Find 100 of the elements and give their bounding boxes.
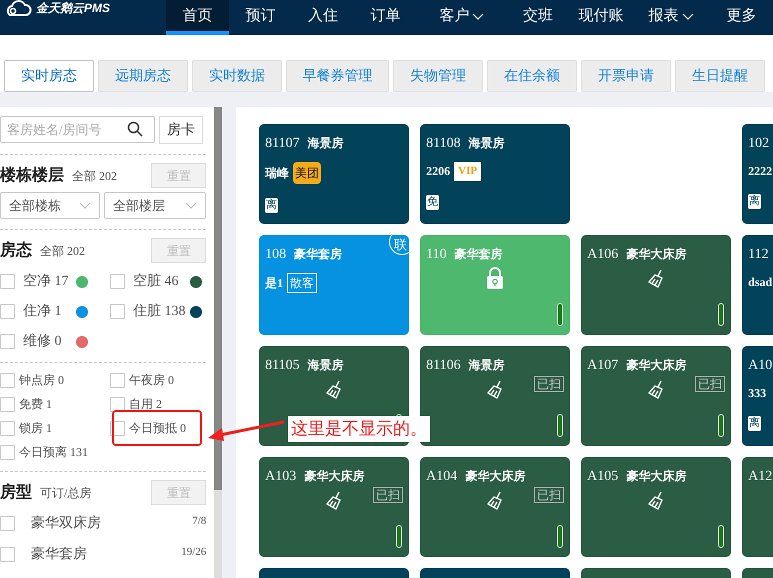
section-title: 楼栋楼层 xyxy=(0,166,64,186)
guest-tag: 美团 xyxy=(293,162,322,184)
lock-icon xyxy=(485,267,506,289)
nav-item[interactable]: 现付账 xyxy=(569,0,632,35)
room-card[interactable]: A103 豪华大床房 已扫 xyxy=(259,457,410,557)
cleaned-tag: 已扫 xyxy=(534,376,564,392)
nav-item[interactable]: 预订 xyxy=(229,0,292,35)
room-number: 81107 xyxy=(265,135,300,153)
room-count: 7/8 xyxy=(192,514,206,529)
room-type-label: 豪华双床房 xyxy=(31,514,102,533)
guest-tag: VIP xyxy=(454,162,482,180)
filter-label: 钟点房 0 xyxy=(19,372,64,389)
chevron-icon xyxy=(79,202,92,210)
room-type: 豪华大床房 xyxy=(626,468,686,485)
checkbox[interactable] xyxy=(0,274,15,289)
room-type: 豪华大床房 xyxy=(626,246,686,263)
guest-tag: 散客 xyxy=(287,273,318,293)
room-card[interactable]: A105 豪华大床房 xyxy=(581,457,732,557)
room-type: 豪华套房 xyxy=(294,246,342,263)
nav-item[interactable]: 订单 xyxy=(354,0,417,35)
room-number: 110 xyxy=(426,246,447,264)
room-card[interactable]: 81108 海景房 2206 VIP 免 xyxy=(420,124,570,224)
select-field[interactable]: 全部楼栋 xyxy=(0,192,100,219)
cloud-logo-icon xyxy=(4,0,32,17)
checkbox[interactable] xyxy=(110,304,125,319)
nav-item[interactable]: 交班 xyxy=(506,0,570,35)
checkbox[interactable] xyxy=(0,444,15,460)
room-number: A106 xyxy=(587,246,618,264)
nav-item[interactable]: 入住 xyxy=(292,0,354,35)
guest-name: 333 xyxy=(748,385,766,402)
status-label: 空净 17 xyxy=(23,272,70,291)
chevron-icon xyxy=(185,202,198,210)
room-number: A103 xyxy=(265,468,296,486)
nav-item[interactable]: 首页 xyxy=(166,0,230,35)
checkbox[interactable] xyxy=(0,420,15,436)
room-card[interactable]: 81106 海景房 已扫 xyxy=(420,346,570,446)
status-label: 空脏 46 xyxy=(133,272,180,291)
room-number: A10 xyxy=(748,357,772,375)
guest-name: 2206 xyxy=(426,163,450,180)
status-label: 维修 0 xyxy=(23,332,62,351)
room-type: 海景房 xyxy=(468,135,505,152)
room-card[interactable]: A104 豪华大床房 已扫 xyxy=(420,457,570,557)
room-number: 81106 xyxy=(426,357,461,375)
filter-label: 自用 2 xyxy=(129,396,162,413)
room-card[interactable]: A107 豪华大床房 已扫 xyxy=(581,346,732,446)
tab[interactable]: 实时房态 xyxy=(4,60,94,92)
room-number: A12 xyxy=(748,468,772,486)
room-number: A107 xyxy=(587,357,618,375)
nav-item[interactable]: 报表 xyxy=(632,0,710,35)
guest-name: 2222 xyxy=(748,163,772,180)
room-number: 81108 xyxy=(426,135,461,153)
checkout-badge: 免 xyxy=(426,194,440,210)
cleaned-tag: 已扫 xyxy=(534,487,564,503)
room-number: 102 xyxy=(748,135,770,153)
checkbox[interactable] xyxy=(110,396,125,412)
checkbox[interactable] xyxy=(110,372,125,388)
room-card-button[interactable]: 房卡 xyxy=(159,116,203,144)
filter-label: 今日预抵 0 xyxy=(129,420,186,437)
filter-label: 锁房 1 xyxy=(19,420,52,437)
room-card[interactable]: A106 豪华大床房 xyxy=(581,235,732,335)
room-number: A105 xyxy=(587,468,618,486)
room-card[interactable]: 112 dsad xyxy=(742,235,773,335)
checkbox[interactable] xyxy=(0,304,15,319)
guest-name: dsad xyxy=(748,274,772,291)
checkout-badge: 离 xyxy=(748,194,762,209)
status-label: 住脏 138 xyxy=(133,302,186,321)
room-card[interactable]: 102 2222 离 xyxy=(742,124,773,224)
nav-item[interactable]: 更多 xyxy=(710,0,773,35)
room-type: 海景房 xyxy=(468,357,505,374)
section-title: 房型 xyxy=(0,482,32,502)
section-summary: 全部 202 xyxy=(72,168,117,184)
guest-name: 是1 xyxy=(265,275,284,292)
filter-label: 今日预离 131 xyxy=(19,444,88,461)
room-type: 海景房 xyxy=(308,135,344,152)
scrollbar[interactable] xyxy=(214,107,222,578)
checkbox[interactable] xyxy=(110,274,125,289)
room-card[interactable]: 81107 海景房 瑞峰 美团 离 xyxy=(259,124,410,224)
cleaned-tag: 已扫 xyxy=(373,487,404,503)
room-number: 108 xyxy=(265,246,286,264)
room-type: 豪华大床房 xyxy=(626,357,686,374)
room-type: 海景房 xyxy=(308,357,344,374)
room-number: A104 xyxy=(426,468,458,486)
room-type: 豪华大床房 xyxy=(465,468,526,485)
checkbox[interactable] xyxy=(0,372,15,388)
select-field[interactable]: 全部楼层 xyxy=(104,192,206,219)
guest-name: 瑞峰 xyxy=(265,165,290,182)
checkbox[interactable] xyxy=(0,334,15,349)
room-number: 112 xyxy=(748,246,769,264)
search-field[interactable]: 客房姓名/房间号 xyxy=(0,116,155,143)
room-card[interactable]: A12 xyxy=(742,457,773,557)
section-summary: 可订/总房 xyxy=(40,484,92,502)
checkbox[interactable] xyxy=(0,396,15,412)
logo-text: 金天鹅云PMS xyxy=(36,0,110,17)
room-card[interactable]: A10 333 离 xyxy=(742,346,773,446)
checkbox[interactable] xyxy=(0,547,15,562)
status-label: 住净 1 xyxy=(23,302,62,321)
nav-item[interactable]: 客户 xyxy=(416,0,507,35)
room-type: 豪华大床房 xyxy=(304,468,364,485)
checkbox[interactable] xyxy=(0,516,15,531)
room-count: 19/26 xyxy=(181,545,206,560)
